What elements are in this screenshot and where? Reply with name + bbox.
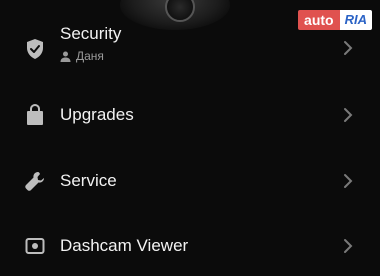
person-icon [60, 51, 71, 62]
menu-item-dashcam-viewer[interactable]: Dashcam Viewer [0, 216, 380, 276]
chevron-right-icon [344, 239, 353, 253]
menu-item-label: Upgrades [60, 105, 134, 124]
menu-item-service[interactable]: Service [0, 151, 380, 211]
camera-viewer-icon [24, 235, 46, 257]
shield-check-icon [24, 38, 46, 60]
menu-item-label: Dashcam Viewer [60, 236, 189, 255]
menu-item-label: Security [60, 24, 122, 43]
sublabel-text: Даня [76, 49, 104, 63]
chevron-right-icon [344, 41, 353, 55]
chevron-right-icon [344, 174, 353, 188]
shopping-bag-icon [24, 104, 46, 126]
menu-item-security[interactable]: Security Даня [0, 18, 380, 78]
menu-item-upgrades[interactable]: Upgrades [0, 85, 380, 145]
chevron-right-icon [344, 108, 353, 122]
menu-item-label: Service [60, 171, 117, 190]
menu-item-sublabel: Даня [60, 49, 104, 63]
wrench-icon [24, 170, 46, 192]
